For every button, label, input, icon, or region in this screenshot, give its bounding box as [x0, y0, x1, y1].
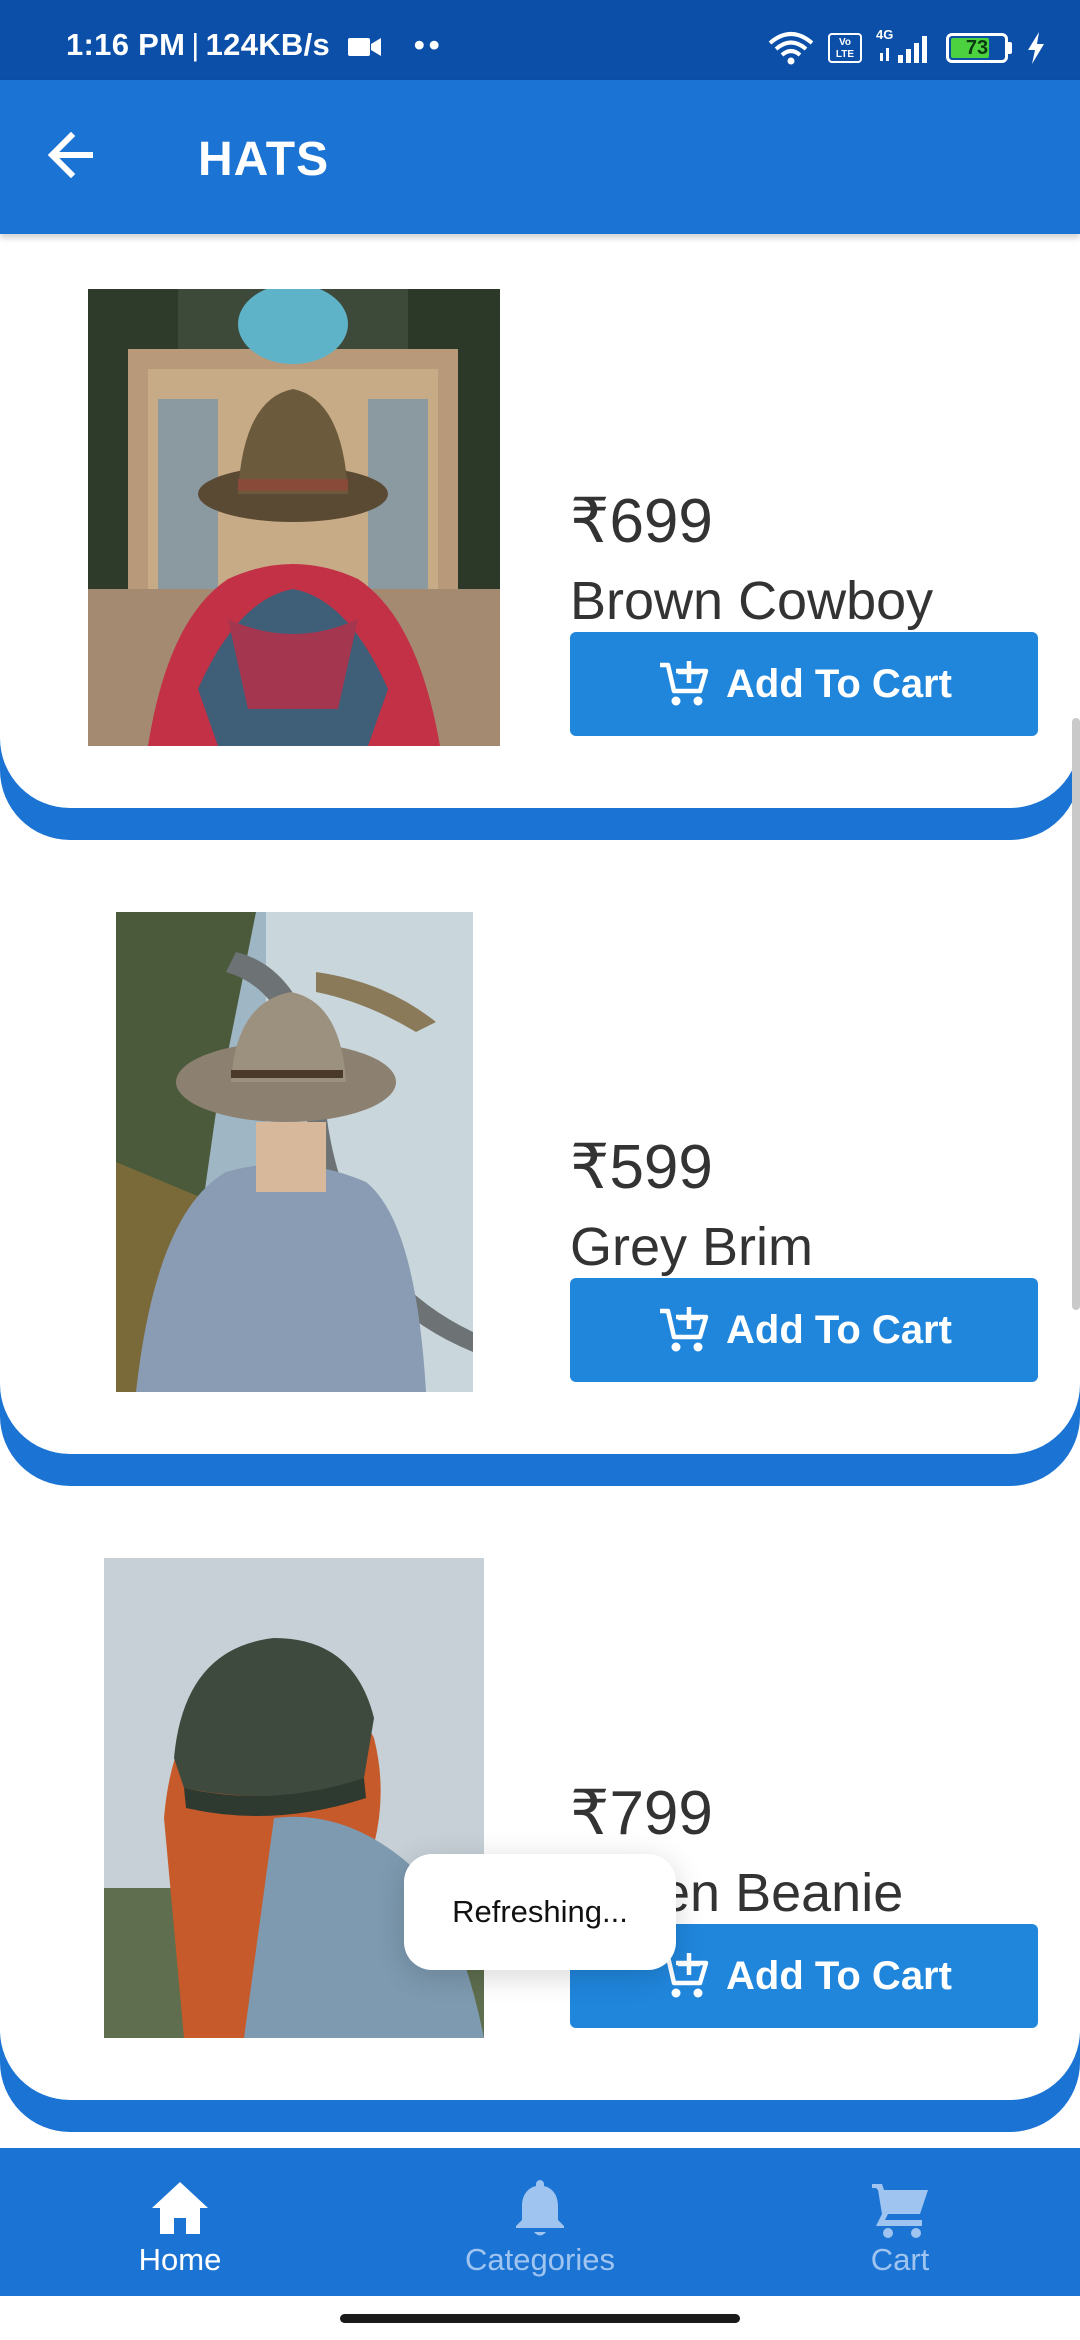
product-price: ₹699: [570, 487, 713, 556]
app-bar: HATS: [0, 80, 1080, 234]
home-icon: [152, 2182, 208, 2234]
nav-item-categories[interactable]: Categories: [360, 2148, 720, 2296]
cart-plus-icon: [660, 661, 709, 706]
product-name: Grey Brim: [570, 1217, 813, 1277]
battery-indicator: 73: [946, 33, 1012, 63]
status-left: 1:16 PM | 124KB/s ••: [66, 27, 444, 63]
signal-strength: 4G: [876, 27, 932, 65]
add-to-cart-label: Add To Cart: [726, 1307, 952, 1352]
status-icons: Vo LTE 4G 73: [768, 27, 1046, 66]
scrollbar[interactable]: [1072, 718, 1080, 1310]
nav-item-cart[interactable]: Cart: [720, 2148, 1080, 2296]
gesture-bar: [0, 2296, 1080, 2340]
nav-label-categories: Categories: [465, 2242, 615, 2277]
status-time: 1:16 PM: [66, 27, 186, 62]
signal-bars-icon: [880, 36, 927, 63]
video-camera-icon: [348, 37, 381, 56]
nav-label-cart: Cart: [870, 2242, 930, 2277]
cart-plus-icon: [660, 1307, 709, 1352]
product-card: ₹699 Brown Cowboy Add To Cart: [0, 234, 1080, 840]
page-title: HATS: [198, 133, 330, 186]
wifi-icon: [768, 32, 814, 65]
volte-icon: Vo LTE: [828, 33, 862, 63]
status-net-speed: 124KB/s: [205, 27, 331, 62]
product-name: Brown Cowboy: [570, 571, 934, 631]
back-button[interactable]: [40, 123, 104, 187]
add-to-cart-button[interactable]: Add To Cart: [570, 632, 1038, 736]
status-dots: ••: [413, 27, 444, 62]
add-to-cart-button[interactable]: Add To Cart: [570, 1278, 1038, 1382]
product-image[interactable]: [116, 912, 473, 1392]
status-bar: 1:16 PM | 124KB/s •• Vo LTE 4G 73: [0, 0, 1080, 80]
charging-bolt-icon: [1028, 32, 1044, 64]
battery-level: 73: [965, 37, 989, 59]
product-price: ₹599: [570, 1133, 713, 1202]
product-card: ₹799 Green Beanie Add To Cart: [0, 1486, 1080, 2132]
bottom-navigation: Home Categories Cart: [0, 2148, 1080, 2296]
product-image[interactable]: [88, 289, 500, 746]
nav-item-home[interactable]: Home: [0, 2148, 360, 2296]
bell-icon: [516, 2180, 564, 2236]
refreshing-toast: Refreshing...: [404, 1854, 676, 1970]
home-gesture-pill[interactable]: [340, 2314, 740, 2323]
product-card: ₹599 Grey Brim Add To Cart: [0, 840, 1080, 1486]
cart-icon: [872, 2184, 928, 2238]
product-price: ₹799: [570, 1779, 713, 1848]
arrow-left-icon: [47, 132, 93, 178]
add-to-cart-label: Add To Cart: [726, 661, 952, 706]
status-separator: |: [191, 27, 200, 62]
nav-label-home: Home: [138, 2242, 222, 2277]
add-to-cart-label: Add To Cart: [726, 1953, 952, 1998]
